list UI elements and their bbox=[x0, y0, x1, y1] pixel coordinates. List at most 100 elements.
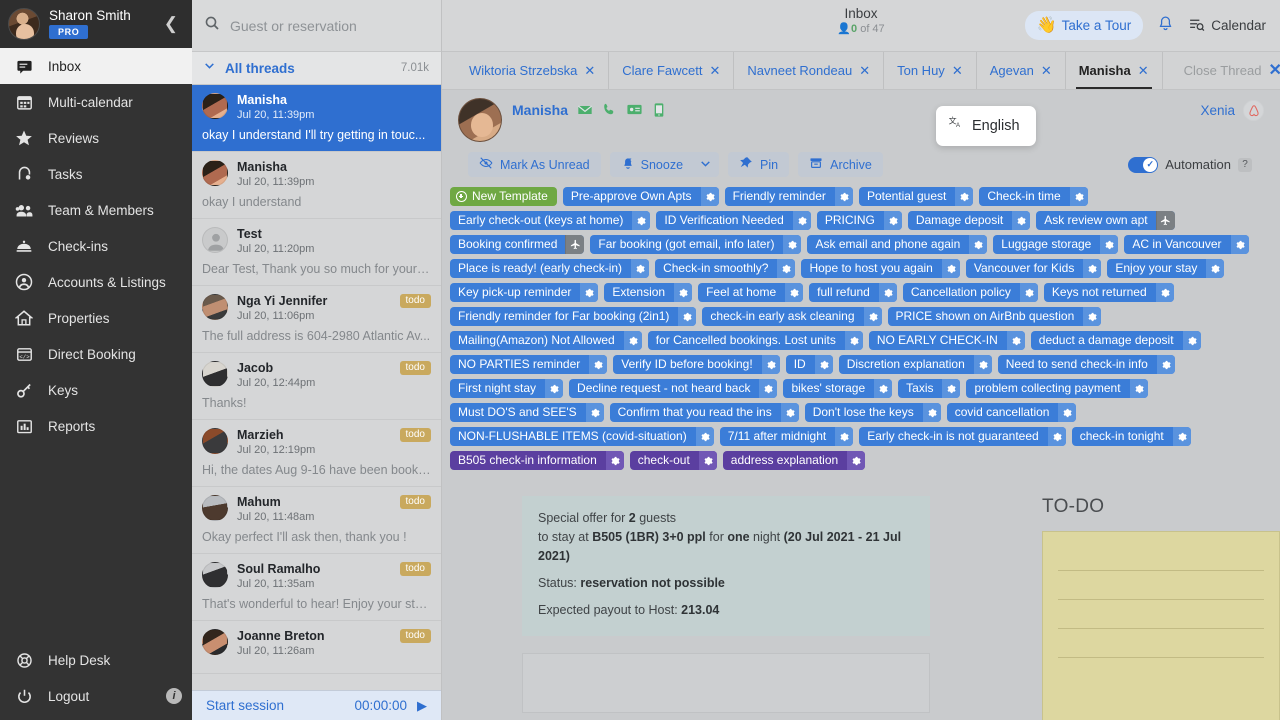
take-a-tour-button[interactable]: 👋 Take a Tour bbox=[1024, 11, 1144, 40]
gear-icon[interactable] bbox=[813, 355, 833, 374]
gear-icon[interactable] bbox=[954, 187, 974, 206]
account-label[interactable]: Xenia bbox=[1200, 103, 1235, 118]
sidebar-item-tasks[interactable]: Tasks bbox=[0, 156, 192, 192]
send-icon[interactable] bbox=[1155, 211, 1175, 230]
sidebar-item-help-desk[interactable]: Help Desk bbox=[0, 642, 192, 678]
close-thread-button[interactable]: Close Thread ✕ bbox=[1171, 52, 1280, 89]
sidebar-item-check-ins[interactable]: Check-ins bbox=[0, 228, 192, 264]
session-bar[interactable]: Start session 00:00:00 ▶ bbox=[192, 690, 441, 720]
close-icon[interactable]: ✕ bbox=[709, 64, 720, 77]
sidebar-item-direct-booking[interactable]: </> Direct Booking bbox=[0, 336, 192, 372]
template-tag-id[interactable]: ID bbox=[785, 355, 833, 374]
template-tag-friendly-reminder-for-far-booking-2in1[interactable]: Friendly reminder for Far booking (2in1) bbox=[450, 307, 697, 326]
guest-name[interactable]: Manisha bbox=[512, 102, 568, 118]
gear-icon[interactable] bbox=[622, 331, 642, 350]
sidebar-item-logout[interactable]: Logout i bbox=[0, 678, 192, 714]
template-tag-check-in-time[interactable]: Check-in time bbox=[979, 187, 1088, 206]
template-tag-potential-guest[interactable]: Potential guest bbox=[858, 187, 974, 206]
list-item[interactable]: Manisha Jul 20, 11:39pm okay I understan… bbox=[192, 152, 441, 219]
gear-icon[interactable] bbox=[882, 211, 902, 230]
template-tag-7-11-after-midnight[interactable]: 7/11 after midnight bbox=[719, 427, 854, 446]
template-tag-damage-deposit[interactable]: Damage deposit bbox=[907, 211, 1031, 230]
template-tag-problem-collecting-payment[interactable]: problem collecting payment bbox=[966, 379, 1148, 398]
mobile-icon[interactable] bbox=[652, 102, 666, 118]
template-tag-ask-email-and-phone-again[interactable]: Ask email and phone again bbox=[807, 235, 988, 254]
send-icon[interactable] bbox=[565, 235, 585, 254]
template-tag-no-early-check-in[interactable]: NO EARLY CHECK-IN bbox=[868, 331, 1025, 350]
gear-icon[interactable] bbox=[1068, 187, 1088, 206]
gear-icon[interactable] bbox=[782, 235, 802, 254]
list-item[interactable]: Nga Yi Jennifer Jul 20, 11:06pm todo The… bbox=[192, 286, 441, 353]
gear-icon[interactable] bbox=[843, 331, 863, 350]
tab-agevan[interactable]: Agevan ✕ bbox=[977, 52, 1066, 89]
gear-icon[interactable] bbox=[758, 379, 778, 398]
template-tag-far-booking-got-email-info-later[interactable]: Far booking (got email, info later) bbox=[590, 235, 802, 254]
template-tag-first-night-stay[interactable]: First night stay bbox=[450, 379, 564, 398]
gear-icon[interactable] bbox=[779, 403, 799, 422]
gear-icon[interactable] bbox=[1005, 331, 1025, 350]
tab-navneet-rondeau[interactable]: Navneet Rondeau ✕ bbox=[734, 52, 885, 89]
template-tag-covid-cancellation[interactable]: covid cancellation bbox=[946, 403, 1077, 422]
list-item[interactable]: Marzieh Jul 20, 12:19pm todo Hi, the dat… bbox=[192, 420, 441, 487]
todo-note[interactable] bbox=[1042, 531, 1280, 720]
gear-icon[interactable] bbox=[940, 259, 960, 278]
gear-icon[interactable] bbox=[791, 211, 811, 230]
new-template-button[interactable]: New Template bbox=[450, 187, 557, 206]
close-icon[interactable]: ✕ bbox=[859, 64, 870, 77]
start-session-button[interactable]: Start session bbox=[206, 698, 284, 713]
gear-icon[interactable] bbox=[834, 427, 854, 446]
language-popup[interactable]: 文A English bbox=[936, 106, 1036, 146]
sidebar-item-reviews[interactable]: Reviews bbox=[0, 120, 192, 156]
template-tag-feel-at-home[interactable]: Feel at home bbox=[698, 283, 804, 302]
calendar-button[interactable]: Calendar bbox=[1188, 16, 1266, 36]
list-item[interactable]: Mahum Jul 20, 11:48am todo Okay perfect … bbox=[192, 487, 441, 554]
sidebar-item-inbox[interactable]: Inbox bbox=[0, 48, 192, 84]
chevron-left-icon[interactable]: ❮ bbox=[160, 12, 182, 36]
gear-icon[interactable] bbox=[584, 403, 604, 422]
gear-icon[interactable] bbox=[604, 451, 624, 470]
gear-icon[interactable] bbox=[1018, 283, 1038, 302]
gear-icon[interactable] bbox=[1011, 211, 1031, 230]
template-tag-key-pick-up-reminder[interactable]: Key pick-up reminder bbox=[450, 283, 599, 302]
template-tag-vancouver-for-kids[interactable]: Vancouver for Kids bbox=[965, 259, 1102, 278]
gear-icon[interactable] bbox=[968, 235, 988, 254]
gear-icon[interactable] bbox=[630, 259, 650, 278]
gear-icon[interactable] bbox=[1181, 331, 1201, 350]
gear-icon[interactable] bbox=[1154, 283, 1174, 302]
gear-icon[interactable] bbox=[877, 283, 897, 302]
gear-icon[interactable] bbox=[1155, 355, 1175, 374]
gear-icon[interactable] bbox=[760, 355, 780, 374]
gear-icon[interactable] bbox=[579, 283, 599, 302]
gear-icon[interactable] bbox=[544, 379, 564, 398]
gear-icon[interactable] bbox=[1057, 403, 1077, 422]
chevron-down-icon[interactable] bbox=[689, 157, 712, 173]
template-tag-ask-review-own-apt[interactable]: Ask review own apt bbox=[1036, 211, 1175, 230]
search-input[interactable] bbox=[230, 17, 429, 34]
template-tag-place-is-ready-early-check-in[interactable]: Place is ready! (early check-in) bbox=[450, 259, 650, 278]
close-icon[interactable]: ✕ bbox=[1041, 64, 1052, 77]
gear-icon[interactable] bbox=[1205, 259, 1225, 278]
tab-clare-fawcett[interactable]: Clare Fawcett ✕ bbox=[609, 52, 735, 89]
gear-icon[interactable] bbox=[776, 259, 796, 278]
template-tag-ac-in-vancouver[interactable]: AC in Vancouver bbox=[1124, 235, 1249, 254]
template-tag-early-check-in-is-not-guaranteed[interactable]: Early check-in is not guaranteed bbox=[859, 427, 1066, 446]
template-tag-check-in-tonight[interactable]: check-in tonight bbox=[1071, 427, 1191, 446]
gear-icon[interactable] bbox=[1229, 235, 1249, 254]
gear-icon[interactable] bbox=[941, 379, 961, 398]
gear-icon[interactable] bbox=[1046, 427, 1066, 446]
list-item[interactable]: Test Jul 20, 11:20pm Dear Test, Thank yo… bbox=[192, 219, 441, 286]
template-tag-enjoy-your-stay[interactable]: Enjoy your stay bbox=[1107, 259, 1225, 278]
thread-filter-row[interactable]: All threads 7.01k bbox=[192, 52, 441, 85]
gear-icon[interactable] bbox=[1082, 259, 1102, 278]
template-tag-check-out[interactable]: check-out bbox=[629, 451, 717, 470]
gear-icon[interactable] bbox=[862, 307, 882, 326]
template-tag-check-in-smoothly[interactable]: Check-in smoothly? bbox=[655, 259, 796, 278]
template-tag-discretion-explanation[interactable]: Discretion explanation bbox=[838, 355, 992, 374]
template-tag-keys-not-returned[interactable]: Keys not returned bbox=[1043, 283, 1174, 302]
gear-icon[interactable] bbox=[921, 403, 941, 422]
template-tag-check-in-early-ask-cleaning[interactable]: check-in early ask cleaning bbox=[702, 307, 882, 326]
sidebar-item-keys[interactable]: Keys bbox=[0, 372, 192, 408]
template-tag-pre-approve-own-apts[interactable]: Pre-approve Own Apts bbox=[562, 187, 719, 206]
tab-manisha[interactable]: Manisha ✕ bbox=[1066, 52, 1163, 89]
template-tag-id-verification-needed[interactable]: ID Verification Needed bbox=[656, 211, 811, 230]
